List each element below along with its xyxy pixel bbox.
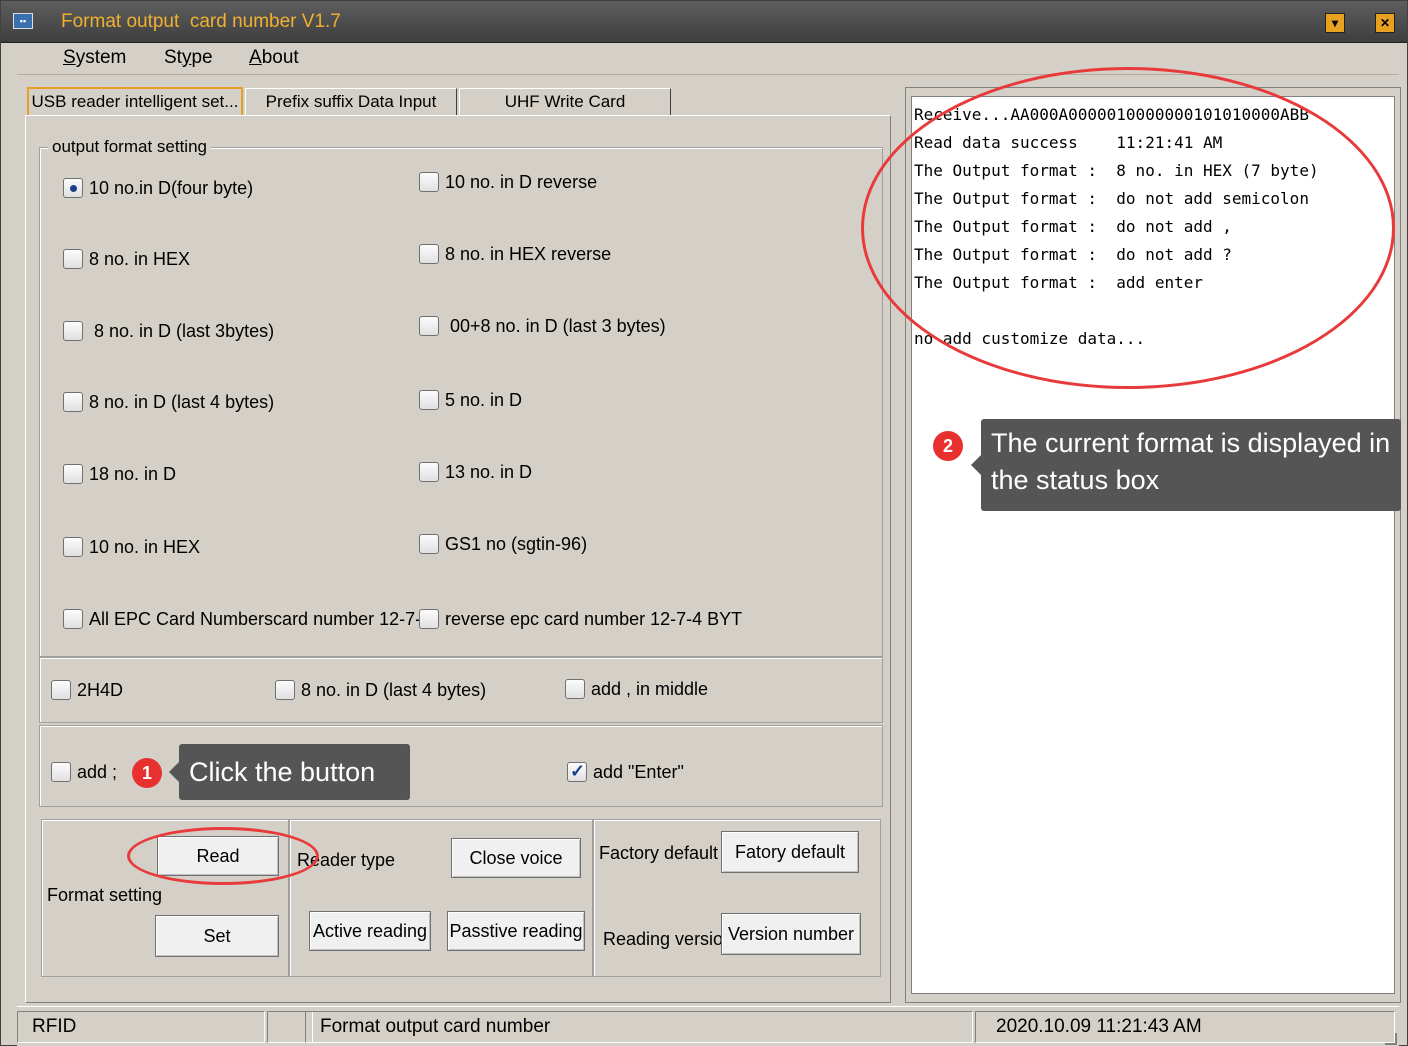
checkbox-icon [63,464,83,485]
option-10-no-in-hex[interactable]: 10 no. in HEX [63,536,200,558]
option-reverse-epc[interactable]: reverse epc card number 12-7-4 BYT [419,608,742,630]
window-title: Format output card number V1.7 [61,11,341,32]
option-8-no-in-hex-reverse[interactable]: 8 no. in HEX reverse [419,243,611,265]
extra-options-group-2 [39,725,883,807]
checkbox-icon [63,249,83,270]
option-8-no-in-hex[interactable]: 8 no. in HEX [63,248,190,270]
active-reading-button[interactable]: Active reading [309,911,431,951]
app-window: ▪▪ Format output card number V1.7 ▾ ✕ Sy… [0,0,1408,1046]
option-00-8-no-in-d[interactable]: 00+8 no. in D (last 3 bytes) [419,315,666,337]
checkbox-icon [419,244,439,265]
checkbox-icon [63,537,83,558]
output-format-title: output format setting [48,137,211,157]
factory-default-label: Factory default: [599,843,719,863]
radio-icon [63,178,83,199]
read-button-highlight-ellipse [127,827,319,885]
checkbox-checked-icon [567,761,587,783]
checkbox-icon [419,462,439,483]
statusbar-pane-app: Format output card number [305,1011,973,1043]
tab-usb-reader[interactable]: USB reader intelligent set... [27,87,243,116]
checkbox-icon [565,679,585,700]
title-bar[interactable]: ▪▪ Format output card number V1.7 ▾ ✕ [1,1,1407,43]
checkbox-icon [419,534,439,555]
checkbox-icon [51,680,71,701]
option-8-no-in-d-last-4-b[interactable]: 8 no. in D (last 4 bytes) [275,679,486,701]
checkbox-icon [63,609,83,630]
menu-about[interactable]: About [249,47,299,69]
callout-1: Click the button [169,744,410,800]
status-bar: RFID Format output card number 2020.10.0… [17,1006,1399,1046]
tab-uhf-write-card[interactable]: UHF Write Card [459,88,671,115]
reading-version-label: Reading versio [603,929,721,949]
checkbox-icon [419,390,439,411]
callout-1-badge: 1 [132,758,162,788]
menu-stype[interactable]: Stype [164,47,213,69]
checkbox-icon [419,316,439,337]
passive-reading-button[interactable]: Passtive reading [447,911,585,951]
set-button[interactable]: Set [155,915,279,957]
format-setting-label: Format setting [47,885,163,905]
option-13-no-in-d[interactable]: 13 no. in D [419,461,532,483]
option-10-no-in-d[interactable]: 10 no.in D(four byte) [63,177,253,199]
close-voice-button[interactable]: Close voice [451,838,581,878]
checkbox-icon [275,680,295,701]
option-5-no-in-d[interactable]: 5 no. in D [419,389,522,411]
option-8-no-in-d-last-3[interactable]: 8 no. in D (last 3bytes) [63,320,274,342]
statusbar-pane-rfid: RFID [17,1011,265,1043]
option-10-no-in-d-reverse[interactable]: 10 no. in D reverse [419,171,597,193]
statusbar-pane-datetime: 2020.10.09 11:21:43 AM [975,1011,1395,1043]
option-add-comma-middle[interactable]: add , in middle [565,678,708,700]
tab-prefix-suffix[interactable]: Prefix suffix Data Input [245,88,457,115]
checkbox-icon [51,762,71,783]
menu-bar: System Stype About [17,43,1399,75]
option-add-enter[interactable]: add "Enter" [567,761,684,783]
checkbox-icon [419,609,439,630]
resize-grip-icon[interactable] [1385,1033,1397,1045]
callout-2-badge: 2 [933,431,963,461]
option-8-no-in-d-last-4[interactable]: 8 no. in D (last 4 bytes) [63,391,274,413]
option-18-no-in-d[interactable]: 18 no. in D [63,463,176,485]
version-number-button[interactable]: Version number [721,913,861,955]
option-gs1-no[interactable]: GS1 no (sgtin-96) [419,533,587,555]
status-highlight-ellipse [861,67,1395,389]
minimize-button[interactable]: ▾ [1325,13,1345,33]
option-add-semicolon[interactable]: add ; [51,761,117,783]
checkbox-icon [63,392,83,413]
callout-2: The current format is displayed in the s… [971,419,1401,511]
app-icon: ▪▪ [13,13,33,29]
option-2h4d[interactable]: 2H4D [51,679,123,701]
checkbox-icon [63,321,83,342]
checkbox-icon [419,172,439,193]
menu-system[interactable]: System [63,47,126,69]
factory-default-button[interactable]: Fatory default [721,831,859,873]
option-all-epc[interactable]: All EPC Card Numberscard number 12-7-4 [63,608,419,630]
close-button[interactable]: ✕ [1375,13,1395,33]
